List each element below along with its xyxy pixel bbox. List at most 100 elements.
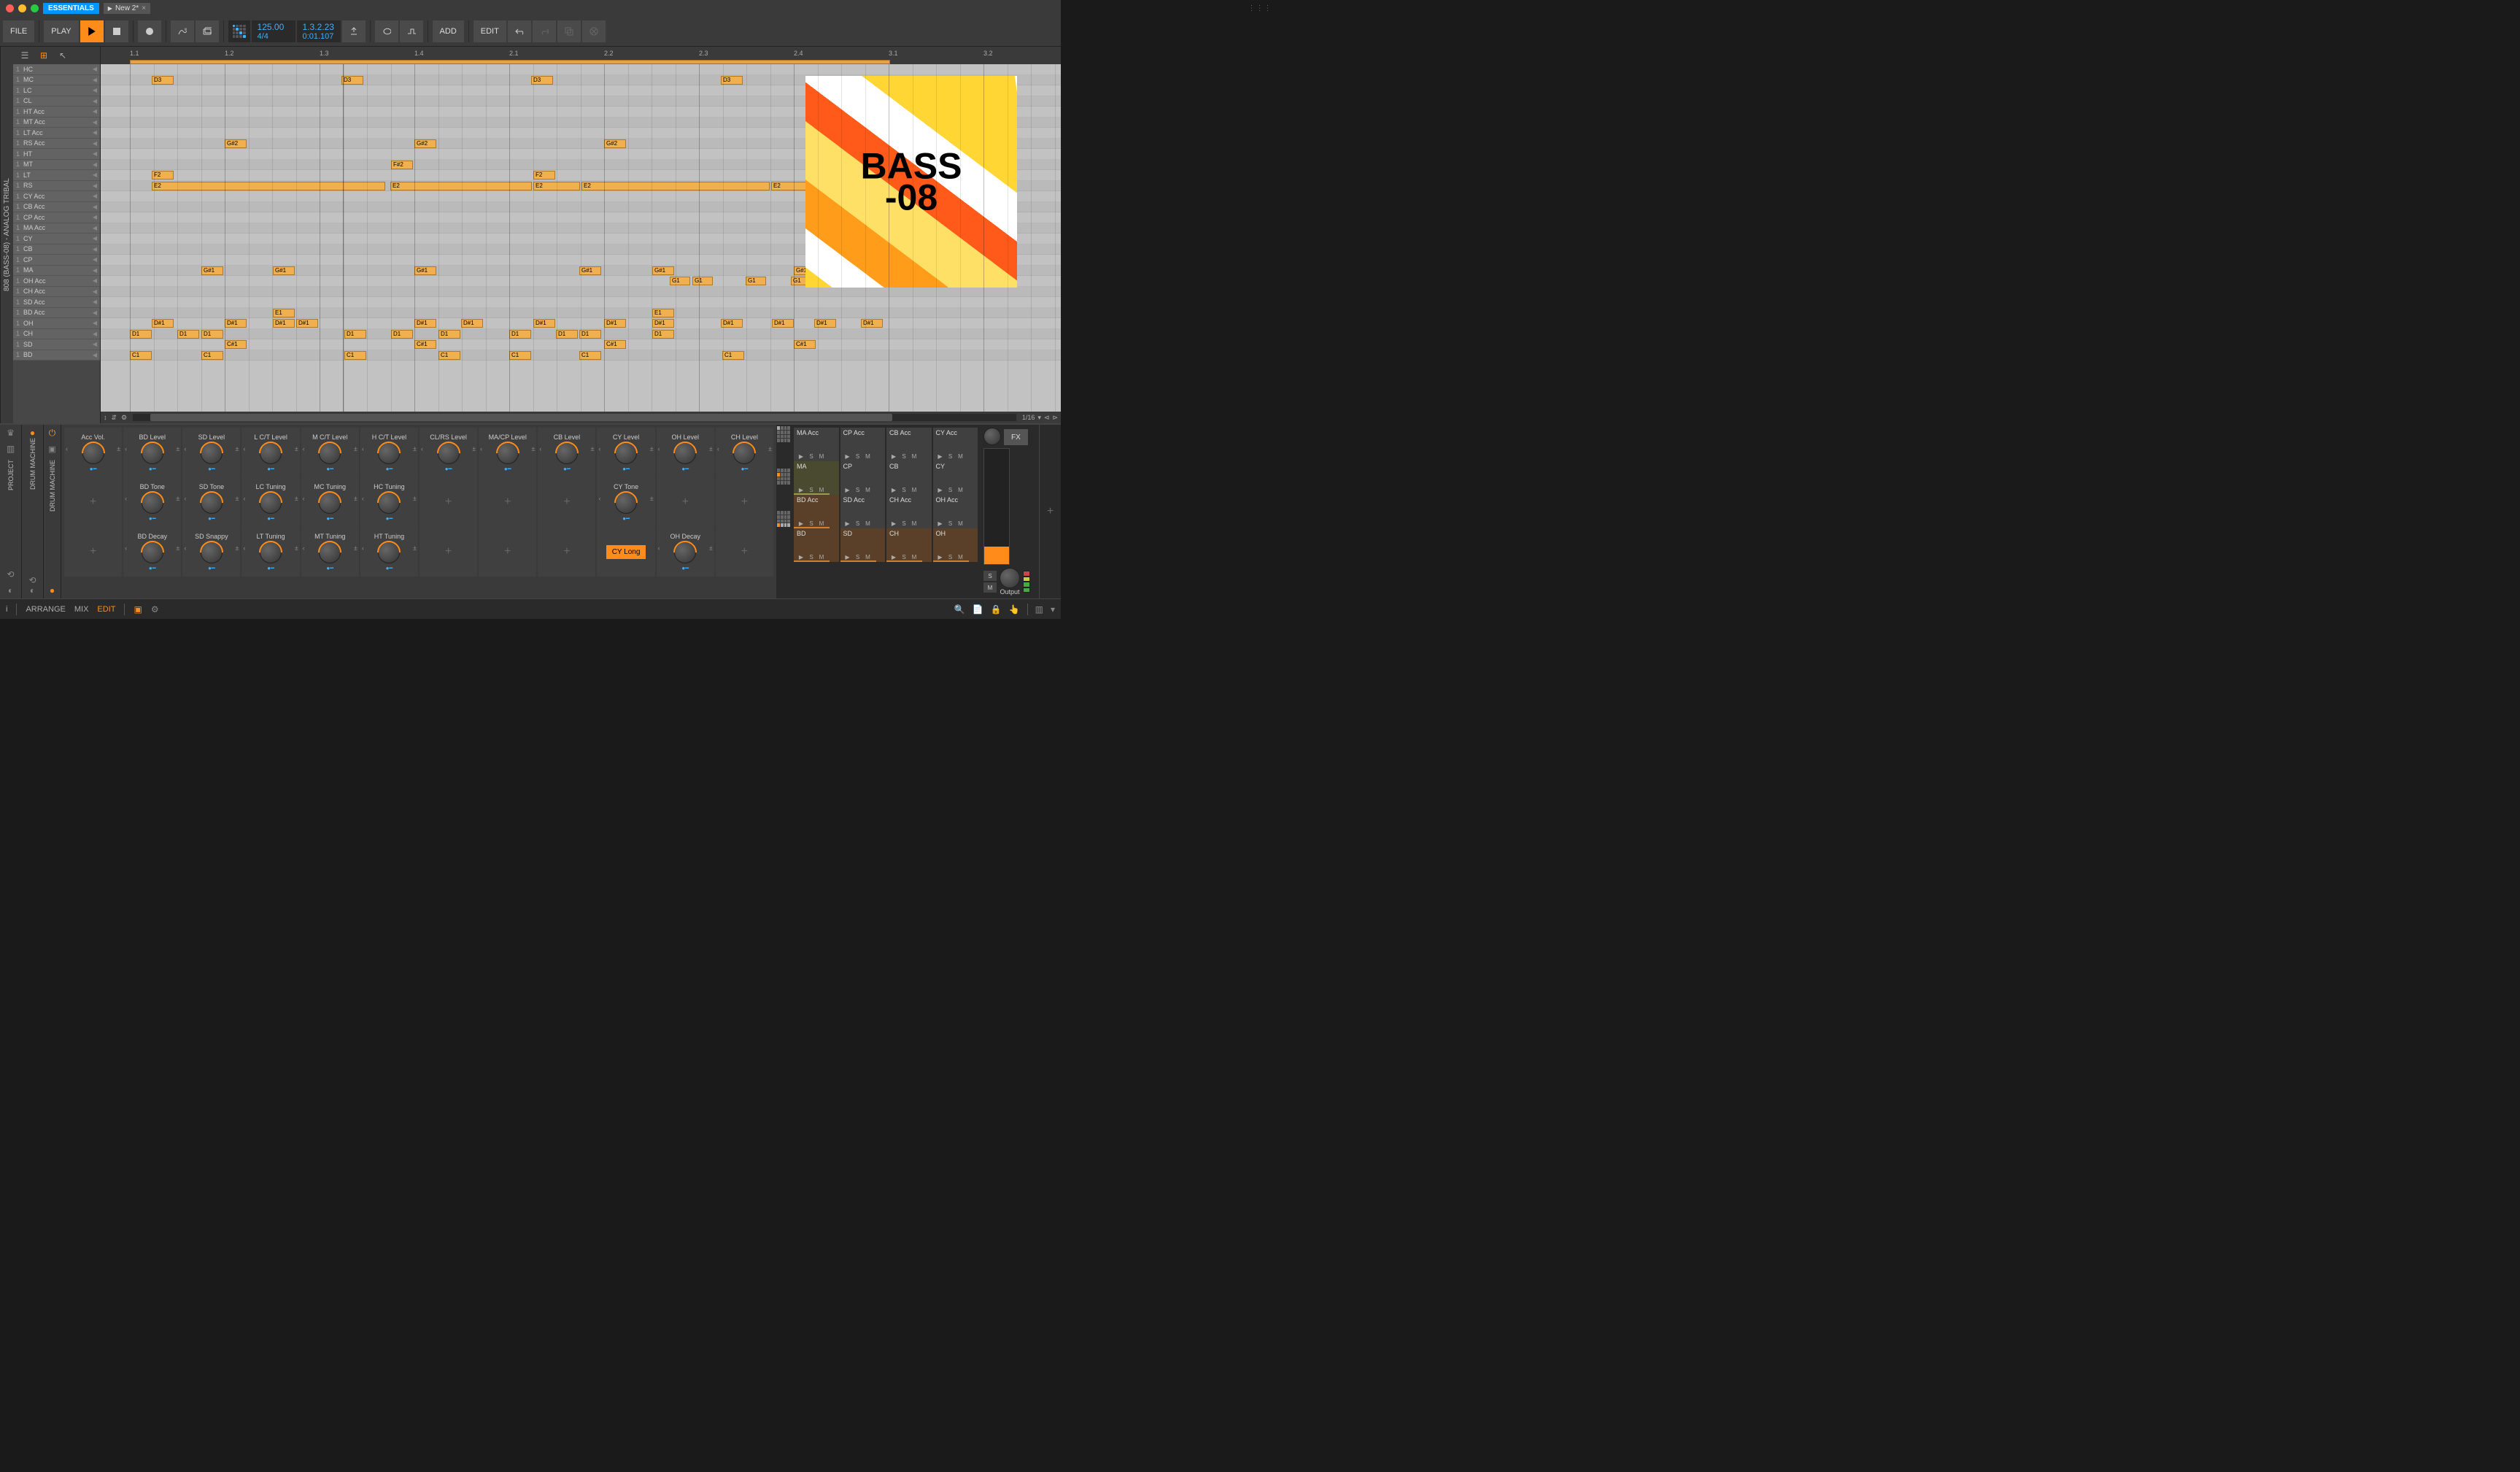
param-mc-tuning[interactable]: MC Tuning‹±●━ — [301, 477, 359, 527]
note[interactable]: C1 — [130, 351, 152, 360]
empty-param-slot[interactable]: + — [64, 527, 122, 577]
track-mute-icon[interactable]: ◀ — [93, 277, 97, 284]
piano-roll[interactable]: 1.11.21.31.42.12.22.32.43.13.2 D3D3D3D3G… — [101, 47, 1061, 423]
track-mute-icon[interactable]: ◀ — [93, 204, 97, 210]
knob[interactable] — [260, 492, 282, 514]
knob[interactable] — [615, 492, 637, 514]
param-l-c-t-level[interactable]: L C/T Level‹±●━ — [241, 428, 299, 477]
note[interactable]: G#1 — [579, 266, 601, 275]
settings-icon[interactable]: ⚙ — [151, 604, 159, 614]
window-maximize-button[interactable] — [31, 4, 39, 12]
track-row[interactable]: 1MA Acc◀ — [13, 223, 100, 234]
pad-ctrl-S[interactable]: S — [807, 554, 816, 560]
track-row[interactable]: 1CH Acc◀ — [13, 287, 100, 298]
note[interactable]: G#2 — [414, 139, 436, 148]
param-bd-level[interactable]: BD Level‹±●━ — [123, 428, 181, 477]
track-row[interactable]: 1SD Acc◀ — [13, 297, 100, 308]
pad-ctrl-S[interactable]: S — [854, 520, 862, 527]
piano-icon[interactable]: ▥ — [7, 444, 15, 454]
note[interactable]: D#1 — [414, 319, 436, 328]
drum-pad-cp[interactable]: CP▶SM — [840, 461, 886, 495]
note[interactable]: D#1 — [225, 319, 247, 328]
chain-history-icon[interactable]: ⟲ — [28, 575, 36, 585]
pad-ctrl-S[interactable]: S — [854, 453, 862, 460]
pad-ctrl-M[interactable]: M — [956, 453, 965, 460]
pointer-tool-icon[interactable]: ↖ — [54, 48, 71, 63]
track-mute-icon[interactable]: ◀ — [93, 298, 97, 305]
track-mute-icon[interactable]: ◀ — [93, 309, 97, 316]
knob[interactable] — [674, 542, 696, 563]
pad-ctrl-M[interactable]: M — [864, 453, 873, 460]
note[interactable]: C1 — [438, 351, 460, 360]
note[interactable]: D3 — [531, 76, 553, 85]
pad-ctrl-▶[interactable]: ▶ — [797, 554, 805, 560]
param-cy-long[interactable]: CY Long — [597, 527, 654, 577]
drum-pad-cb[interactable]: CB▶SM — [886, 461, 932, 495]
track-mute-icon[interactable]: ◀ — [93, 150, 97, 157]
track-row[interactable]: 1RS◀ — [13, 181, 100, 192]
knob[interactable] — [674, 442, 696, 464]
track-row[interactable]: 1CL◀ — [13, 96, 100, 107]
empty-param-slot[interactable]: + — [479, 527, 536, 577]
pad-ctrl-▶[interactable]: ▶ — [843, 453, 852, 460]
pad-selector-3[interactable] — [777, 512, 790, 525]
footer-tool2[interactable]: ⇵ — [112, 414, 117, 422]
knob[interactable] — [733, 442, 755, 464]
scrollbar-thumb[interactable] — [150, 414, 892, 421]
note[interactable]: G#1 — [652, 266, 674, 275]
drum-pad-ma[interactable]: MA▶SM — [794, 461, 839, 495]
track-row[interactable]: 1LT◀ — [13, 170, 100, 181]
pad-ctrl-▶[interactable]: ▶ — [843, 520, 852, 527]
track-mute-icon[interactable]: ◀ — [93, 119, 97, 126]
empty-param-slot[interactable]: + — [716, 527, 773, 577]
note[interactable]: F2 — [152, 171, 174, 180]
edit-button[interactable]: EDIT — [474, 20, 506, 42]
note[interactable]: F2 — [533, 171, 555, 180]
param-sd-tone[interactable]: SD Tone‹±●━ — [182, 477, 240, 527]
pad-ctrl-▶[interactable]: ▶ — [797, 487, 805, 493]
note[interactable]: C1 — [579, 351, 601, 360]
tab-close-icon[interactable]: × — [142, 4, 146, 12]
pad-ctrl-S[interactable]: S — [807, 453, 816, 460]
note[interactable]: C1 — [722, 351, 744, 360]
pad-ctrl-S[interactable]: S — [807, 487, 816, 493]
note[interactable]: D3 — [341, 76, 363, 85]
panel-toggle-icon[interactable]: ▣ — [134, 604, 142, 614]
drum-pad-cb-acc[interactable]: CB Acc▶SM — [886, 428, 932, 461]
track-row[interactable]: 1CH◀ — [13, 329, 100, 340]
knob[interactable] — [260, 542, 282, 563]
pad-ctrl-▶[interactable]: ▶ — [936, 520, 945, 527]
knob[interactable] — [142, 542, 163, 563]
tap-tempo-button[interactable] — [342, 20, 366, 42]
track-row[interactable]: 1HT Acc◀ — [13, 107, 100, 117]
track-row[interactable]: 1CY Acc◀ — [13, 191, 100, 202]
note[interactable]: C1 — [509, 351, 531, 360]
pad-ctrl-M[interactable]: M — [864, 487, 873, 493]
knob[interactable] — [201, 442, 223, 464]
note[interactable]: D#1 — [533, 319, 555, 328]
knob[interactable] — [438, 442, 460, 464]
track-mute-icon[interactable]: ◀ — [93, 129, 97, 136]
pad-ctrl-M[interactable]: M — [817, 520, 826, 527]
param-cy-tone[interactable]: CY Tone‹±●━ — [597, 477, 654, 527]
pad-ctrl-S[interactable]: S — [900, 554, 908, 560]
param-hc-tuning[interactable]: HC Tuning‹±●━ — [360, 477, 418, 527]
track-mute-icon[interactable]: ◀ — [93, 246, 97, 253]
track-row[interactable]: 1OH◀ — [13, 318, 100, 329]
note[interactable]: F#2 — [391, 161, 413, 169]
knob[interactable] — [378, 542, 400, 563]
automation-write-button[interactable]: w — [171, 20, 194, 42]
add-button[interactable]: ADD — [433, 20, 464, 42]
pad-ctrl-S[interactable]: S — [807, 520, 816, 527]
stop-button[interactable] — [105, 20, 128, 42]
track-row[interactable]: 1RS Acc◀ — [13, 139, 100, 150]
overdub-button[interactable] — [196, 20, 219, 42]
track-mute-icon[interactable]: ◀ — [93, 172, 97, 178]
note[interactable]: G1 — [670, 277, 690, 285]
chain-active-icon[interactable]: ● — [30, 428, 35, 438]
param-ch-level[interactable]: CH Level‹±●━ — [716, 428, 773, 477]
redo-button[interactable] — [533, 20, 556, 42]
pad-ctrl-▶[interactable]: ▶ — [889, 520, 898, 527]
undo-button[interactable] — [508, 20, 531, 42]
pad-ctrl-M[interactable]: M — [817, 487, 826, 493]
